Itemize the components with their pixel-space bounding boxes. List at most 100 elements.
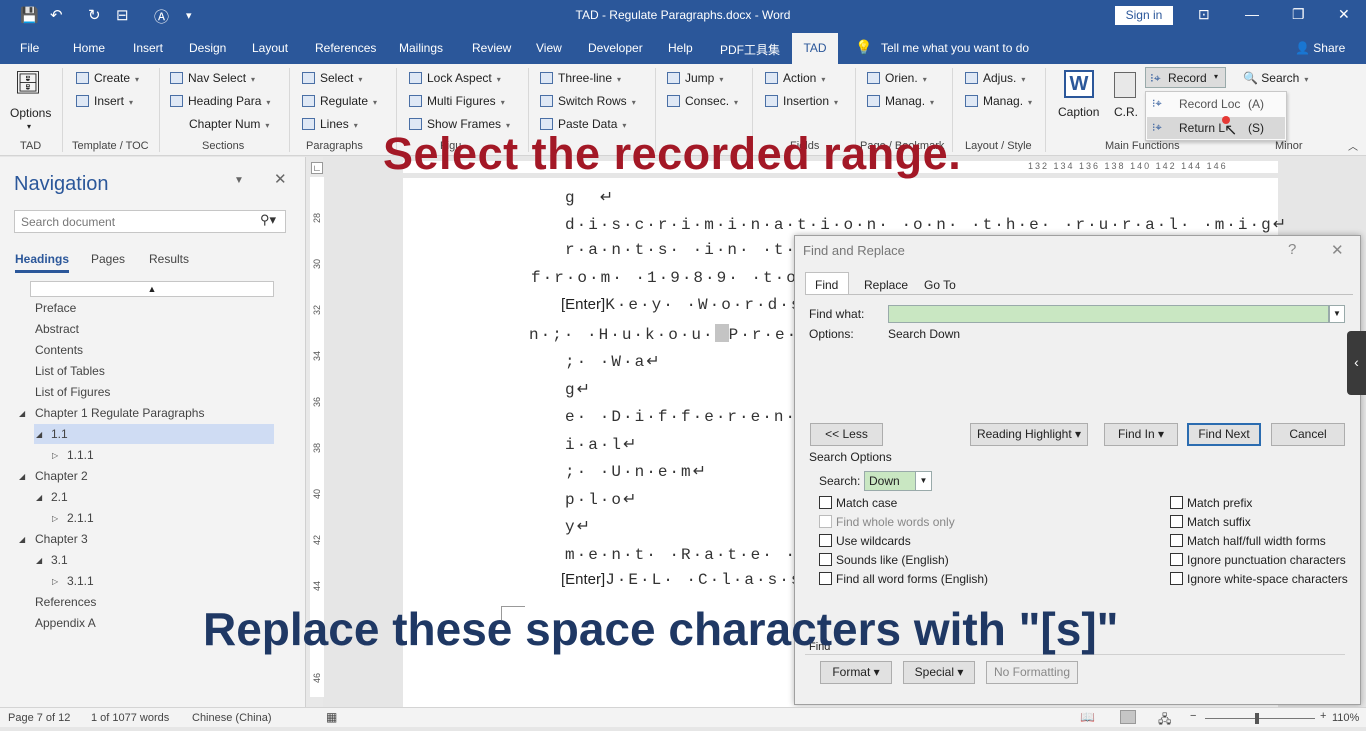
no-formatting-button[interactable]: No Formatting <box>986 661 1078 684</box>
record-loc-item[interactable]: Record Loc <box>1179 97 1240 111</box>
record-button[interactable]: ⁝⌖ Record ▾ <box>1145 67 1226 88</box>
switch-rows-button[interactable]: Switch Rows ▾ <box>540 94 636 108</box>
insertion-button[interactable]: Insertion ▾ <box>765 94 838 108</box>
tab-layout[interactable]: Layout <box>252 41 288 55</box>
tab-pdf[interactable]: PDF工具集 <box>720 41 780 58</box>
expanded-triangle-icon[interactable]: ◢ <box>19 535 25 544</box>
lock-aspect-button[interactable]: Lock Aspect ▾ <box>409 71 501 85</box>
expanded-triangle-icon[interactable]: ◢ <box>19 472 25 481</box>
tab-headings[interactable]: Headings <box>15 252 70 273</box>
heading-item[interactable]: List of Tables <box>35 364 105 378</box>
customize-qa-icon[interactable]: ▾ <box>186 9 192 22</box>
heading-item[interactable]: Appendix A <box>35 616 96 630</box>
heading-item[interactable]: List of Figures <box>35 385 110 399</box>
collapsed-triangle-icon[interactable]: ▷ <box>52 514 58 523</box>
match-case-checkbox[interactable] <box>819 496 832 509</box>
side-panel-toggle[interactable]: ‹ <box>1347 331 1366 395</box>
tab-references[interactable]: References <box>315 41 376 55</box>
collapsed-triangle-icon[interactable]: ▷ <box>52 577 58 586</box>
tab-help[interactable]: Help <box>668 41 693 55</box>
format-button[interactable]: Format ▾ <box>820 661 892 684</box>
match-prefix-checkbox[interactable] <box>1170 496 1183 509</box>
special-button[interactable]: Special ▾ <box>903 661 975 684</box>
zoom-level[interactable]: 110% <box>1332 712 1359 724</box>
select-button[interactable]: Select ▾ <box>302 71 362 85</box>
word-forms-checkbox[interactable] <box>819 572 832 585</box>
collapse-ribbon-icon[interactable]: ︿ <box>1348 138 1358 153</box>
help-icon[interactable]: ? <box>1288 241 1296 258</box>
manag-style-button[interactable]: Manag. ▾ <box>965 94 1032 108</box>
minimize-icon[interactable]: — <box>1245 6 1259 22</box>
page-count[interactable]: Page 7 of 12 <box>8 712 70 724</box>
macro-record-icon[interactable]: ▦ <box>326 710 337 724</box>
action-button[interactable]: Action ▾ <box>765 71 825 85</box>
multi-figures-button[interactable]: Multi Figures ▾ <box>409 94 505 108</box>
cancel-button[interactable]: Cancel <box>1271 423 1345 446</box>
word-count[interactable]: 1 of 1077 words <box>91 712 169 724</box>
jump-button[interactable]: Jump ▾ <box>667 71 723 85</box>
chapter-num-button[interactable]: Chapter Num ▾ <box>189 117 269 131</box>
share-button[interactable]: 👤 Share <box>1295 41 1345 55</box>
expanded-triangle-icon[interactable]: ◢ <box>36 556 42 565</box>
zoom-out-icon[interactable]: − <box>1190 710 1196 722</box>
chevron-down-icon[interactable]: ▼ <box>915 471 932 491</box>
heading-item[interactable]: Chapter 3 <box>35 532 88 546</box>
whole-words-checkbox[interactable] <box>819 515 832 528</box>
tab-results[interactable]: Results <box>149 252 189 266</box>
tab-home[interactable]: Home <box>73 41 105 55</box>
tab-view[interactable]: View <box>536 41 562 55</box>
heading-item[interactable]: 2.1.1 <box>67 511 94 525</box>
tab-tad[interactable]: TAD <box>792 33 838 64</box>
font-box-icon[interactable]: Ⓐ <box>154 6 169 27</box>
tab-review[interactable]: Review <box>472 41 511 55</box>
restore-icon[interactable]: ❐ <box>1292 6 1305 23</box>
heading-item[interactable]: 2.1 <box>51 490 68 504</box>
expanded-triangle-icon[interactable]: ◢ <box>19 409 25 418</box>
heading-item[interactable]: Abstract <box>35 322 79 336</box>
regulate-button[interactable]: Regulate ▾ <box>302 94 377 108</box>
ignore-whitespace-checkbox[interactable] <box>1170 572 1183 585</box>
close-icon[interactable]: ✕ <box>1338 6 1350 23</box>
heading-item[interactable]: Chapter 1 Regulate Paragraphs <box>35 406 204 420</box>
lines-button[interactable]: Lines ▾ <box>302 117 358 131</box>
collapsed-triangle-icon[interactable]: ▷ <box>52 451 58 460</box>
tab-design[interactable]: Design <box>189 41 226 55</box>
tab-goto[interactable]: Go To <box>924 278 956 292</box>
search-input[interactable]: Search document <box>14 210 286 233</box>
less-button[interactable]: << Less <box>810 423 883 446</box>
create-button[interactable]: Create ▾ <box>76 71 139 85</box>
find-next-button[interactable]: Find Next <box>1187 423 1261 446</box>
match-suffix-checkbox[interactable] <box>1170 515 1183 528</box>
search-button[interactable]: 🔍 Search ▾ <box>1243 71 1308 85</box>
expanded-triangle-icon[interactable]: ◢ <box>36 493 42 502</box>
heading-item[interactable]: References <box>35 595 96 609</box>
heading-item[interactable]: 1.1 <box>51 427 68 441</box>
zoom-slider-track[interactable] <box>1205 718 1315 719</box>
cr-button[interactable]: C.R. <box>1114 105 1138 119</box>
read-mode-icon[interactable]: 📖 <box>1080 710 1095 724</box>
zoom-slider-thumb[interactable] <box>1255 713 1259 724</box>
reading-highlight-button[interactable]: Reading Highlight ▾ <box>970 423 1088 446</box>
tab-mailings[interactable]: Mailings <box>399 41 443 55</box>
find-what-input[interactable] <box>888 305 1329 323</box>
print-layout-icon[interactable] <box>1120 710 1136 724</box>
ribbon-display-icon[interactable]: ⊡ <box>1198 6 1210 23</box>
heading-item[interactable]: 3.1.1 <box>67 574 94 588</box>
insert-toc-button[interactable]: Insert ▾ <box>76 94 133 108</box>
orien-button[interactable]: Orien. ▾ <box>867 71 927 85</box>
language-indicator[interactable]: Chinese (China) <box>192 712 271 724</box>
chevron-down-icon[interactable]: ▼ <box>1329 305 1345 323</box>
caption-button[interactable]: Caption <box>1058 105 1099 119</box>
save-icon[interactable]: 💾 <box>20 6 39 24</box>
tab-stop-selector[interactable]: ∟ <box>311 162 323 174</box>
tab-replace[interactable]: Replace <box>864 278 908 292</box>
heading-item[interactable]: Chapter 2 <box>35 469 88 483</box>
manag-page-button[interactable]: Manag. ▾ <box>867 94 934 108</box>
heading-item[interactable]: 3.1 <box>51 553 68 567</box>
zoom-in-icon[interactable]: + <box>1320 710 1326 722</box>
expanded-triangle-icon[interactable]: ◢ <box>36 430 42 439</box>
three-line-button[interactable]: Three-line ▾ <box>540 71 621 85</box>
sounds-like-checkbox[interactable] <box>819 553 832 566</box>
web-layout-icon[interactable]: 🖧 <box>1158 710 1171 731</box>
collapse-all-bar[interactable]: ▲ <box>30 281 274 297</box>
